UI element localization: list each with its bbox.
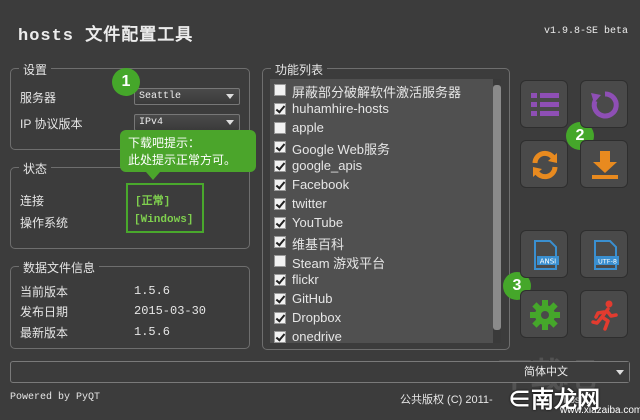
export-ansi-button[interactable]: ANSI <box>520 230 568 278</box>
badge-1: 1 <box>112 68 140 96</box>
list-item[interactable]: Google Web服务 <box>270 138 493 157</box>
exit-button[interactable] <box>580 290 628 338</box>
utf8-file-icon: UTF-8 <box>594 240 619 270</box>
list-item[interactable]: YouTube <box>270 214 493 233</box>
list-item[interactable]: flickr <box>270 271 493 290</box>
checkbox[interactable] <box>274 293 286 305</box>
list-item[interactable]: onedrive <box>270 328 493 343</box>
checkbox[interactable] <box>274 160 286 172</box>
checkbox[interactable] <box>274 274 286 286</box>
list-item-label: flickr <box>292 272 319 287</box>
list-item[interactable]: 屏蔽部分破解软件激活服务器 <box>270 81 493 100</box>
server-select[interactable]: Seattle <box>134 88 240 105</box>
chevron-down-icon <box>616 370 624 375</box>
scrollbar-thumb[interactable] <box>493 85 501 330</box>
checkbox[interactable] <box>274 312 286 324</box>
list-item-label: twitter <box>292 196 327 211</box>
checkbox[interactable] <box>274 217 286 229</box>
list-item-label: onedrive <box>292 329 342 343</box>
ansi-file-icon: ANSI <box>534 240 559 270</box>
ip-version-select[interactable]: IPv4 <box>134 114 240 131</box>
function-list[interactable]: 屏蔽部分破解软件激活服务器 huhamhire-hosts apple Google … <box>270 79 493 343</box>
refresh-circle-icon <box>591 91 619 119</box>
powered-by-label: Powered by PyQT <box>10 392 101 403</box>
release-date-value: 2015-03-30 <box>134 304 207 318</box>
list-item-label: apple <box>292 120 324 135</box>
tooltip-line-2: 此处提示正常方可。 <box>128 153 237 167</box>
tooltip-hint: 下载吧提示： 此处提示正常方可。 <box>120 130 256 180</box>
backup-button[interactable] <box>580 80 628 128</box>
function-list-button[interactable] <box>520 80 568 128</box>
chevron-down-icon <box>226 120 234 125</box>
list-item-label: Facebook <box>292 177 350 192</box>
list-item[interactable]: google_apis <box>270 157 493 176</box>
checkbox[interactable] <box>274 331 286 343</box>
list-item[interactable]: twitter <box>270 195 493 214</box>
list-icon <box>531 93 559 116</box>
connection-status: [正常] <box>135 196 171 208</box>
checkbox[interactable] <box>274 103 286 115</box>
exit-icon <box>591 300 618 331</box>
list-item[interactable]: 维基百科 <box>270 233 493 252</box>
datafile-legend: 数据文件信息 <box>19 259 100 276</box>
ip-version-label: IP 协议版本 <box>20 117 83 131</box>
settings-button[interactable] <box>520 290 568 338</box>
checkbox[interactable] <box>274 255 286 267</box>
utf8-text: UTF-8 <box>598 258 617 266</box>
checkbox[interactable] <box>274 122 286 134</box>
language-value: 简体中文 <box>524 366 568 378</box>
functions-legend: 功能列表 <box>271 61 328 78</box>
sync-icon <box>532 150 558 180</box>
latest-version-value: 1.5.6 <box>134 325 171 339</box>
list-item-label: YouTube <box>292 215 344 230</box>
update-button[interactable] <box>520 140 568 188</box>
release-date-label: 发布日期 <box>20 305 69 319</box>
checkbox[interactable] <box>274 141 286 153</box>
os-status: [Windows] <box>134 214 194 226</box>
watermark-url: www.xiazaiba.com <box>560 405 640 416</box>
current-version-label: 当前版本 <box>20 285 69 299</box>
list-item[interactable]: Facebook <box>270 176 493 195</box>
download-button[interactable] <box>580 140 628 188</box>
list-item-label: huhamhire-hosts <box>292 101 389 116</box>
checkbox[interactable] <box>274 198 286 210</box>
list-item[interactable]: huhamhire-hosts <box>270 100 493 119</box>
list-item-label: Dropbox <box>292 310 342 325</box>
version-label: v1.9.8-SE beta <box>543 26 628 37</box>
list-item-label: Steam 游戏平台 <box>292 256 386 271</box>
download-icon <box>592 151 618 179</box>
latest-version-label: 最新版本 <box>20 326 69 340</box>
export-utf8-button[interactable]: UTF-8 <box>580 230 628 278</box>
tooltip-line-1: 下载吧提示： <box>128 136 201 150</box>
list-item[interactable]: Dropbox <box>270 309 493 328</box>
ansi-text: ANSI <box>540 258 557 266</box>
list-item-label: google_apis <box>292 158 363 173</box>
current-version-value: 1.5.6 <box>134 284 171 298</box>
app-title: hosts 文件配置工具 <box>18 27 194 46</box>
list-item-label: 屏蔽部分破解软件激活服务器 <box>292 85 462 100</box>
chevron-down-icon <box>226 94 234 99</box>
status-legend: 状态 <box>19 160 52 177</box>
checkbox[interactable] <box>274 84 286 96</box>
ip-version-value: IPv4 <box>139 117 164 128</box>
list-item[interactable]: GitHub <box>270 290 493 309</box>
server-label: 服务器 <box>20 91 57 105</box>
list-item[interactable]: Steam 游戏平台 <box>270 252 493 271</box>
server-value: Seattle <box>139 91 182 102</box>
list-item[interactable]: apple <box>270 119 493 138</box>
language-select[interactable]: 简体中文 <box>519 362 629 382</box>
list-item-label: GitHub <box>292 291 333 306</box>
gear-icon <box>530 300 560 330</box>
list-item-label: 维基百科 <box>292 237 345 252</box>
settings-legend: 设置 <box>19 61 52 78</box>
copyright-text: 公共版权 (C) 2011- <box>400 394 493 406</box>
connection-label: 连接 <box>20 194 45 208</box>
os-label: 操作系统 <box>20 216 69 230</box>
checkbox[interactable] <box>274 179 286 191</box>
checkbox[interactable] <box>274 236 286 248</box>
list-item-label: Google Web服务 <box>292 142 391 157</box>
